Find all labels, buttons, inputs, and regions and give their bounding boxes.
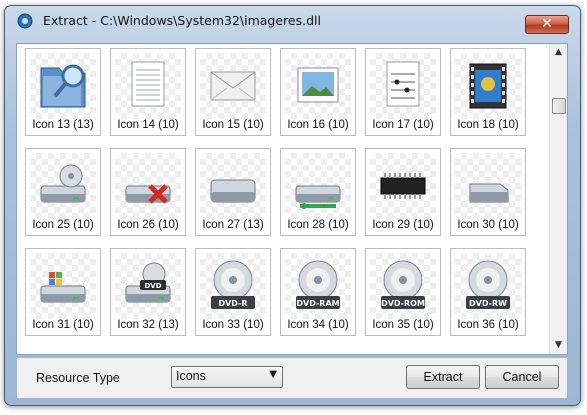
icon-preview (370, 153, 436, 219)
network-drive-disconnected-icon (125, 184, 171, 204)
icon-tile[interactable]: Icon 26 (10) (110, 148, 186, 236)
icon-label: Icon 25 (10) (32, 219, 94, 231)
vertical-scrollbar[interactable]: ▲ ▼ (549, 44, 567, 354)
icon-label: Icon 27 (13) (202, 219, 264, 231)
extract-dialog: Extract - C:\Windows\System32\imageres.d… (4, 5, 581, 406)
icon-preview: DVD-ROM (370, 253, 436, 319)
icon-label: Icon 32 (13) (117, 319, 179, 331)
svg-text:DVD: DVD (144, 282, 161, 290)
cd-drive-icon (40, 164, 86, 203)
close-icon: ✕ (541, 16, 553, 32)
icon-preview (30, 253, 96, 319)
icon-label: Icon 18 (10) (457, 119, 519, 131)
scroll-down-icon[interactable]: ▼ (550, 337, 567, 354)
icon-tile[interactable]: Icon 16 (10) (280, 48, 356, 136)
icon-tile[interactable]: Icon 18 (10) (450, 48, 526, 136)
removable-drive-icon (469, 183, 509, 203)
icon-label: Icon 17 (10) (372, 119, 434, 131)
svg-text:DVD-ROM: DVD-ROM (381, 299, 425, 308)
icon-preview: DVD-R (200, 253, 266, 319)
scrollbar-thumb[interactable] (552, 98, 566, 114)
icon-label: Icon 26 (10) (117, 219, 179, 231)
icon-tile[interactable]: Icon 17 (10) (365, 48, 441, 136)
icon-tile[interactable]: DVD-RAM Icon 34 (10) (280, 248, 356, 336)
icon-label: Icon 29 (10) (372, 219, 434, 231)
window-title: Extract - C:\Windows\System32\imageres.d… (43, 13, 321, 28)
icon-label: Icon 13 (13) (32, 119, 94, 131)
svg-text:DVD-R: DVD-R (218, 299, 247, 308)
icon-preview: DVD (115, 253, 181, 319)
chevron-down-icon: ▼ (269, 369, 277, 380)
dvd-rom-disc-icon: DVD-ROM (381, 260, 425, 309)
hard-drive-icon (210, 179, 256, 203)
svg-text:DVD-RAM: DVD-RAM (296, 299, 339, 308)
dvd-ram-disc-icon: DVD-RAM (296, 260, 340, 309)
icon-list-panel: Icon 13 (13) Icon 14 (10) Icon 15 (10) Icon… (16, 43, 568, 355)
icon-label: Icon 16 (10) (287, 119, 349, 131)
title-bar[interactable]: Extract - C:\Windows\System32\imageres.d… (5, 6, 580, 34)
folder-magnifier-icon (40, 64, 86, 108)
icon-preview (200, 153, 266, 219)
icon-preview (30, 153, 96, 219)
icon-preview: DVD-RW (455, 253, 521, 319)
icon-preview (455, 153, 521, 219)
icon-tile[interactable]: DVD-RW Icon 36 (10) (450, 248, 526, 336)
icon-preview (115, 53, 181, 119)
extract-button[interactable]: Extract (406, 365, 480, 389)
icon-tile[interactable]: Icon 15 (10) (195, 48, 271, 136)
icon-label: Icon 15 (10) (202, 119, 264, 131)
icon-tile[interactable]: DVD-ROM Icon 35 (10) (365, 248, 441, 336)
icon-tile[interactable]: Icon 27 (13) (195, 148, 271, 236)
icon-preview (200, 53, 266, 119)
icon-tile[interactable]: Icon 30 (10) (450, 148, 526, 236)
icon-tile[interactable]: Icon 28 (10) (280, 148, 356, 236)
icon-label: Icon 36 (10) (457, 319, 519, 331)
cancel-button[interactable]: Cancel (485, 365, 559, 389)
text-document-icon (131, 61, 165, 107)
icon-label: Icon 35 (10) (372, 319, 434, 331)
footer-bar: Resource Type Icons ▼ Extract Cancel (16, 357, 568, 399)
windows-drive-icon (40, 272, 86, 303)
memory-chip-icon (380, 173, 426, 199)
icon-label: Icon 33 (10) (202, 319, 264, 331)
extract-tool-icon (17, 13, 33, 29)
scroll-up-icon[interactable]: ▲ (550, 44, 567, 61)
icon-label: Icon 30 (10) (457, 219, 519, 231)
icon-preview (285, 53, 351, 119)
svg-text:DVD-RW: DVD-RW (469, 299, 507, 308)
icon-tile[interactable]: Icon 29 (10) (365, 148, 441, 236)
dvd-r-disc-icon: DVD-R (211, 260, 255, 309)
icon-tile[interactable]: Icon 14 (10) (110, 48, 186, 136)
resource-type-label: Resource Type (36, 371, 120, 385)
icon-preview (30, 53, 96, 119)
icon-preview (370, 53, 436, 119)
network-drive-icon (295, 185, 341, 209)
icon-label: Icon 34 (10) (287, 319, 349, 331)
icon-preview (115, 153, 181, 219)
close-button[interactable]: ✕ (525, 15, 569, 34)
icon-preview: DVD-RAM (285, 253, 351, 319)
icon-tile[interactable]: Icon 25 (10) (25, 148, 101, 236)
envelope-icon (210, 71, 256, 101)
dvd-drive-icon: DVD (125, 262, 171, 303)
music-sheet-icon (386, 61, 420, 107)
icon-tile[interactable]: Icon 13 (13) (25, 48, 101, 136)
icon-preview (455, 53, 521, 119)
resource-type-value: Icons (176, 369, 206, 383)
resource-type-select[interactable]: Icons ▼ (171, 366, 283, 388)
video-film-icon (469, 63, 507, 109)
icon-tile[interactable]: DVD-R Icon 33 (10) (195, 248, 271, 336)
icon-label: Icon 14 (10) (117, 119, 179, 131)
icon-tile[interactable]: DVD Icon 32 (13) (110, 248, 186, 336)
icon-tile[interactable]: Icon 31 (10) (25, 248, 101, 336)
dvd-rw-disc-icon: DVD-RW (466, 260, 510, 309)
icon-label: Icon 28 (10) (287, 219, 349, 231)
icon-preview (285, 153, 351, 219)
icon-label: Icon 31 (10) (32, 319, 94, 331)
picture-icon (297, 67, 339, 103)
